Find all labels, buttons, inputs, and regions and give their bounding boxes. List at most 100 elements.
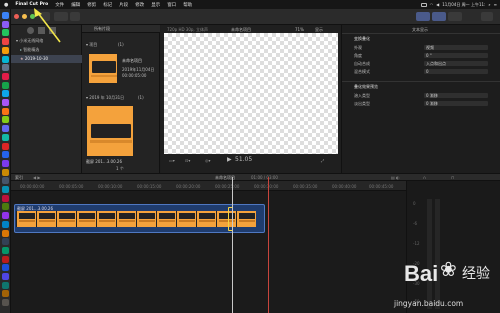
dock-app-icon[interactable]: [2, 81, 9, 89]
projects-group-title[interactable]: ▾ 项目: [86, 42, 97, 47]
dock-app-icon[interactable]: [2, 125, 9, 133]
dock-app-icon[interactable]: [2, 90, 9, 98]
audio-skimming-icon[interactable]: ⊓: [451, 175, 454, 180]
primary-storyline-clip[interactable]: 截屏 201...3.00.26: [14, 204, 265, 233]
dock-app-icon[interactable]: [2, 151, 9, 159]
dock-app-icon[interactable]: [2, 116, 9, 124]
wifi-icon[interactable]: ◠: [430, 2, 434, 7]
menu-trim[interactable]: 修剪: [87, 2, 96, 8]
menu-file[interactable]: 文件: [55, 2, 64, 8]
menu-window[interactable]: 窗口: [167, 2, 176, 8]
row6-value[interactable]: 0 渐移: [424, 101, 488, 106]
dock-app-icon[interactable]: [2, 29, 9, 37]
dock-app-icon[interactable]: [2, 64, 9, 72]
dock-app-icon[interactable]: [2, 46, 9, 54]
viewer-view-dropdown[interactable]: 显示: [315, 27, 323, 32]
apple-icon[interactable]: ●: [4, 2, 8, 8]
dock-app-icon[interactable]: [2, 38, 9, 46]
dock-app-icon[interactable]: [2, 299, 9, 307]
dock-app-icon[interactable]: [2, 159, 9, 167]
dock-app-icon[interactable]: [2, 246, 9, 254]
titles-tab-icon[interactable]: [49, 27, 56, 34]
import-icon[interactable]: [40, 12, 50, 21]
clip-appearance-icon[interactable]: ▤ ◐: [391, 175, 400, 180]
section-effect[interactable]: 叠化效果预览: [354, 84, 378, 89]
dock-app-icon[interactable]: [2, 55, 9, 63]
dock-app-icon[interactable]: [2, 229, 9, 237]
menu-help[interactable]: 帮助: [183, 2, 192, 8]
timeline-view-toggle[interactable]: [432, 12, 446, 21]
enhance-icon[interactable]: ◎▾: [205, 158, 211, 163]
playhead[interactable]: [232, 177, 233, 313]
menu-app-name[interactable]: Final Cut Pro: [15, 2, 48, 7]
dock-app-icon[interactable]: [2, 264, 9, 272]
library-view-toggle[interactable]: [416, 12, 430, 21]
menu-modify[interactable]: 修改: [135, 2, 144, 8]
fullscreen-icon[interactable]: ⤢: [321, 158, 324, 163]
row2-value[interactable]: 0 °: [424, 53, 488, 58]
index-button[interactable]: 索引: [15, 175, 23, 180]
dock-app-icon[interactable]: [2, 133, 9, 141]
background-tasks-icon[interactable]: [70, 12, 80, 21]
dock-app-icon[interactable]: [2, 220, 9, 228]
dock-app-icon[interactable]: [2, 107, 9, 115]
row5-value[interactable]: 0 渐移: [424, 93, 488, 98]
dock-app-icon[interactable]: [2, 99, 9, 106]
event-item[interactable]: ★ 2019-10-30: [11, 55, 82, 63]
photos-tab-icon[interactable]: [38, 27, 45, 34]
media-clip-thumbnail[interactable]: [86, 105, 134, 157]
dock-app-icon[interactable]: [2, 177, 9, 185]
dock-app-icon[interactable]: [2, 186, 9, 193]
headphones-icon[interactable]: ∩: [423, 175, 426, 180]
battery-icon[interactable]: [420, 2, 427, 7]
smart-collections-item[interactable]: ▸ 智能精选: [11, 46, 82, 54]
menu-view[interactable]: 显示: [151, 2, 160, 8]
dock-app-icon[interactable]: [2, 72, 9, 80]
dock-app-icon[interactable]: [2, 12, 9, 19]
share-icon[interactable]: [481, 12, 493, 21]
date-group-title[interactable]: ▾ 2019 年 10月31日: [86, 95, 124, 100]
inspector-view-toggle[interactable]: [448, 12, 462, 21]
clip-filter-dropdown[interactable]: 所有片段: [94, 26, 110, 31]
keyword-button[interactable]: [54, 12, 68, 21]
viewer-canvas[interactable]: [164, 33, 338, 154]
dock-app-icon[interactable]: [2, 142, 9, 150]
menu-clip[interactable]: 片段: [119, 2, 128, 8]
menu-list-icon[interactable]: ≡: [494, 2, 497, 7]
dock-app-icon[interactable]: [2, 273, 9, 280]
dock-app-icon[interactable]: [2, 20, 9, 28]
section-transform[interactable]: 变换叠化: [354, 36, 370, 41]
dock-app-icon[interactable]: [2, 255, 9, 263]
timecode-display[interactable]: 51.05: [235, 156, 252, 163]
viewer-options-icon[interactable]: ▭▾: [169, 158, 175, 163]
timeline-back-icon[interactable]: ◀ ▶: [33, 175, 40, 180]
play-icon[interactable]: ▶: [227, 156, 232, 163]
row1-value[interactable]: 视频: [424, 45, 488, 50]
clock[interactable]: 11月04日 周一 上午11:: [442, 2, 485, 7]
media-tab-icon[interactable]: [27, 27, 34, 34]
timeline-ruler[interactable]: 00:00:00:00 00:00:05:00 00:00:10:00 00:0…: [11, 181, 406, 191]
volume-icon[interactable]: ◀: [436, 2, 439, 7]
menu-edit[interactable]: 编辑: [71, 2, 80, 8]
dock-app-icon[interactable]: [2, 290, 9, 298]
menu-mark[interactable]: 标记: [103, 2, 112, 8]
dock-app-icon[interactable]: [2, 238, 9, 246]
dock-app-icon[interactable]: [2, 203, 9, 211]
skimmer[interactable]: [268, 177, 269, 313]
dock-app-icon[interactable]: [2, 168, 9, 176]
row4-value[interactable]: 0: [424, 69, 488, 74]
project-thumbnail[interactable]: [88, 53, 118, 84]
zoom-window-icon[interactable]: [30, 14, 35, 19]
library-item[interactable]: ▾ 小米无线网络: [11, 37, 82, 45]
minimize-window-icon[interactable]: [22, 14, 27, 19]
row3-value[interactable]: 入点和出点: [424, 61, 488, 66]
media-clip-name[interactable]: 截屏 201...3.00.26: [86, 159, 122, 164]
project-title[interactable]: 未命名项目: [122, 58, 142, 63]
spotlight-icon[interactable]: ⌕: [488, 2, 490, 7]
viewer-zoom-dropdown[interactable]: 71%: [295, 27, 304, 32]
dock-app-icon[interactable]: [2, 281, 9, 289]
close-window-icon[interactable]: [14, 14, 19, 19]
transform-tool-icon[interactable]: ⊡▾: [185, 158, 190, 163]
dock-app-icon[interactable]: [2, 194, 9, 202]
dock-app-icon[interactable]: [2, 212, 9, 220]
